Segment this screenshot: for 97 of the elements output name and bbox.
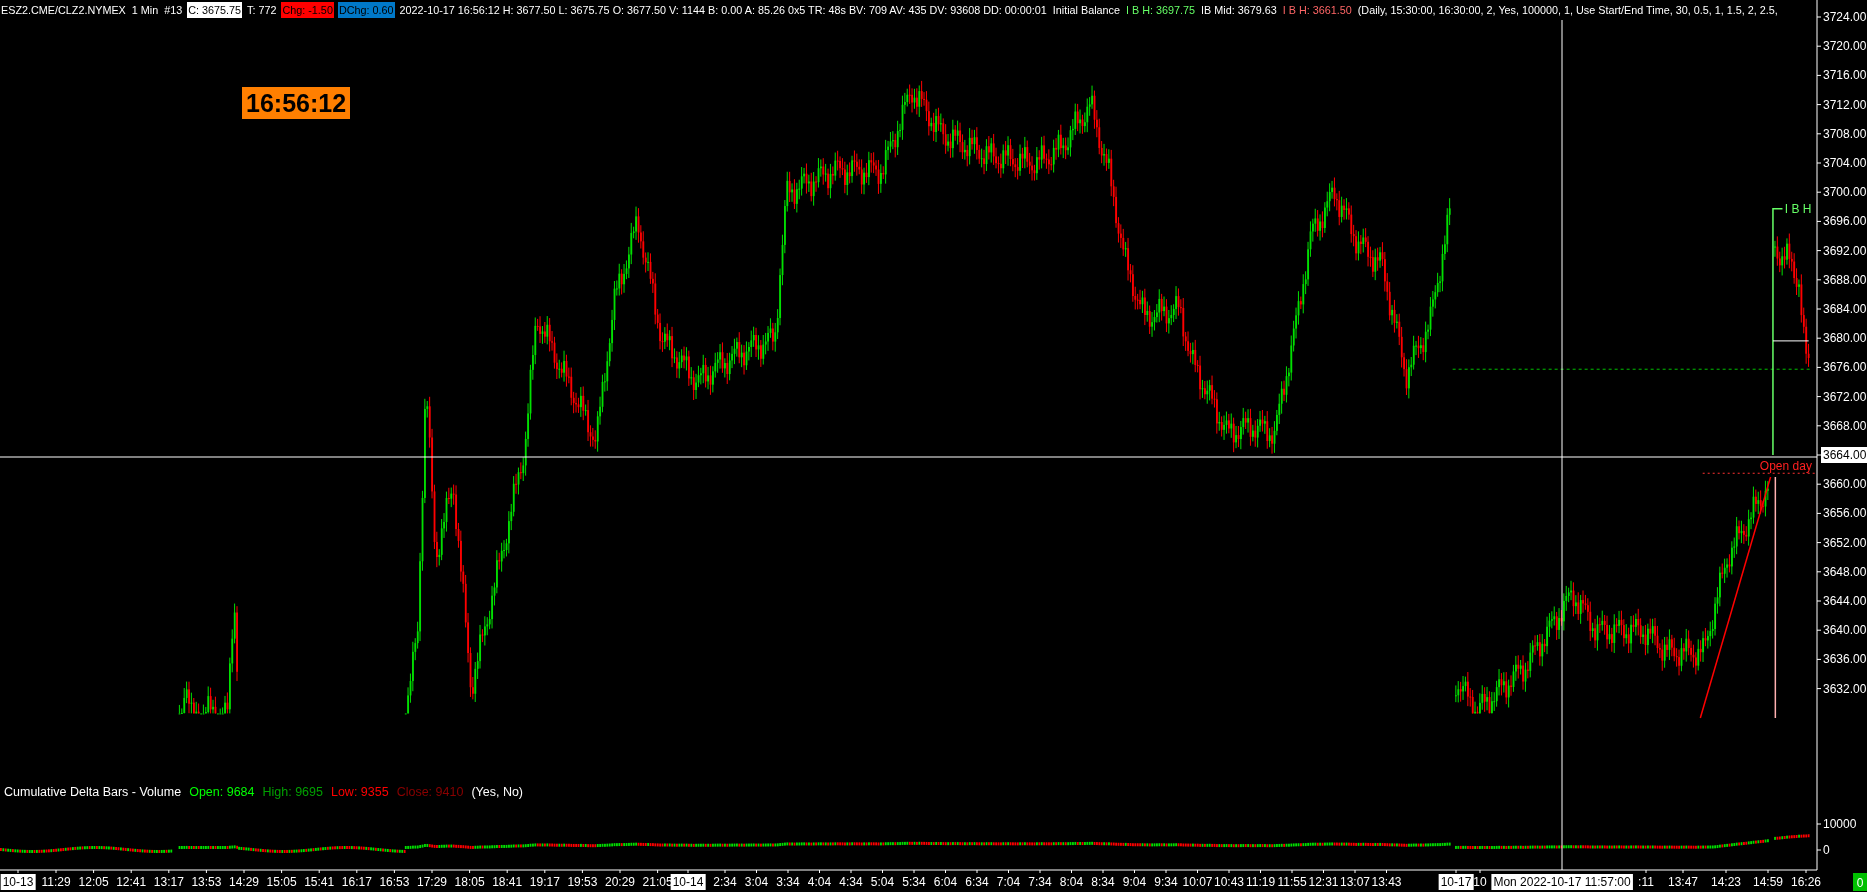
- header-text: 2022-10-17 16:56:12 H: 3677.50 L: 3675.75 O: 3677.50 V: 1144 B: 0.00 A: 85.26 0x5 TR: 48s BV: 709 AV: 435 DV: 93608 DD: 00:00:01: [398, 3, 1048, 18]
- price-axis-label: 3648.00: [1823, 564, 1867, 579]
- header-text: ESZ2.CME/CLZ2.NYMEX: [0, 3, 127, 18]
- time-axis-label: 8:04: [1059, 875, 1084, 889]
- header-text: I B H: 3697.75: [1125, 3, 1197, 18]
- volume-axis-label: 10000: [1823, 817, 1857, 831]
- time-axis-label: 13:47: [1668, 875, 1698, 889]
- price-axis-label: 3640.00: [1823, 623, 1867, 638]
- time-axis-label: 10: [1473, 875, 1487, 889]
- time-axis-label: 14:59: [1753, 875, 1783, 889]
- price-axis-label: 3680.00: [1823, 331, 1867, 346]
- indicator-text: (Yes, No): [471, 784, 524, 801]
- price-axis-label: 3688.00: [1823, 272, 1867, 287]
- time-axis-label: 4:34: [839, 875, 863, 889]
- price-axis-label: 3716.00: [1823, 68, 1867, 83]
- price-axis-label: 3668.00: [1823, 418, 1867, 433]
- price-axis-label: 3656.00: [1823, 506, 1867, 521]
- price-axis-label: 3652.00: [1823, 535, 1867, 550]
- indicator-text: Low: 9355: [330, 784, 389, 801]
- time-axis-label: 8:34: [1091, 875, 1115, 889]
- time-axis-label: 12:41: [116, 875, 147, 889]
- header-text: I B H: 3661.50: [1281, 3, 1353, 18]
- time-axis-label: 13:43: [1371, 875, 1402, 889]
- price-axis-label: 3696.00: [1823, 214, 1867, 229]
- time-axis-label: 15:41: [304, 875, 335, 889]
- time-axis-label: 3:04: [744, 875, 769, 889]
- price-axis-label: 3692.00: [1823, 243, 1867, 258]
- price-axis-label: 3644.00: [1823, 594, 1867, 608]
- time-axis-label: 18:41: [492, 875, 523, 889]
- price-axis-label: 3672.00: [1823, 389, 1867, 404]
- price-axis-label: 3636.00: [1823, 652, 1867, 667]
- header-text: #13: [163, 3, 184, 18]
- time-axis-label: 11:29: [41, 875, 71, 889]
- value-tag: Chg: -1.50: [281, 2, 334, 18]
- header-text: (Daily, 15:30:00, 16:30:00, 2, Yes, 100000, 1, Use Start/End Time, 30, 0.5, 1, 1.5, 2, 2.5,: [1356, 3, 1779, 18]
- time-axis-label: 10:43: [1214, 875, 1244, 889]
- value-tag: C: 3675.75: [187, 2, 243, 18]
- time-axis-label: 19:17: [529, 875, 560, 889]
- header-text: 1 Min: [130, 3, 160, 18]
- time-axis-label: 15:05: [266, 875, 297, 889]
- price-axis-label: 3704.00: [1823, 156, 1867, 170]
- date-label: 10-17: [1438, 874, 1474, 890]
- time-axis-label: 2:34: [713, 875, 737, 889]
- time-axis-label: 12:31: [1308, 875, 1339, 889]
- time-axis-label: 7:04: [996, 875, 1021, 889]
- indicator-text: Cumulative Delta Bars - Volume: [4, 784, 182, 801]
- time-axis-label: :11: [1638, 875, 1654, 889]
- time-axis-label: 19:53: [567, 875, 598, 889]
- ib-high-label: I B H: [1784, 201, 1812, 216]
- time-axis-label: 14:29: [229, 875, 259, 889]
- status-indicator: 0: [1853, 873, 1867, 891]
- volume-axis-label: 0: [1823, 843, 1830, 857]
- time-axis-label: 17:29: [417, 875, 447, 889]
- header-text: IB Mid: 3679.63: [1200, 3, 1278, 18]
- time-axis-label: 20:29: [605, 875, 635, 889]
- price-axis-label: 3660.00: [1823, 477, 1867, 492]
- time-axis-label: 9:04: [1122, 875, 1147, 889]
- time-axis-label: 6:34: [965, 875, 989, 889]
- time-axis-label: 9:34: [1154, 875, 1178, 889]
- crosshair-price-label: 3664.00: [1821, 447, 1867, 463]
- header-text: T: 772: [246, 3, 278, 18]
- time-axis-label: 18:05: [454, 875, 485, 889]
- time-axis-label: 16:17: [341, 875, 372, 889]
- time-axis-label: 6:04: [933, 875, 958, 889]
- time-axis-label: 13:17: [153, 875, 184, 889]
- clock-display: 16:56:12: [242, 87, 351, 119]
- time-axis-label: 13:07: [1340, 875, 1370, 889]
- price-axis-label: 3720.00: [1823, 39, 1867, 54]
- price-axis-label: 3684.00: [1823, 302, 1867, 316]
- date-label: 10-13: [0, 874, 36, 890]
- time-axis-label: 13:53: [191, 875, 222, 889]
- time-axis-label: 7:34: [1028, 875, 1052, 889]
- crosshair-time-label: Mon 2022-10-17 11:57:00: [1491, 874, 1633, 890]
- time-axis-label: 11:19: [1245, 875, 1276, 889]
- price-axis-label: 3724.00: [1823, 10, 1867, 24]
- time-axis-label: 12:05: [78, 875, 109, 889]
- header-text: Initial Balance: [1051, 3, 1122, 18]
- price-axis-label: 3700.00: [1823, 185, 1867, 200]
- indicator-text: Open: 9684: [189, 784, 255, 801]
- open-day-label: Open day: [1759, 459, 1812, 474]
- price-axis-label: 3712.00: [1823, 97, 1867, 112]
- indicator-text: Close: 9410: [396, 784, 464, 801]
- time-axis-label: 5:34: [902, 875, 926, 889]
- ib-mid-line: [1772, 340, 1810, 342]
- time-axis-label: 5:04: [870, 875, 895, 889]
- time-axis-label: 16:53: [379, 875, 410, 889]
- time-axis-label: 16:26: [1791, 875, 1821, 889]
- price-axis-label: 3676.00: [1823, 360, 1867, 375]
- indicator-text: High: 9695: [262, 784, 323, 801]
- time-axis-label: 4:04: [807, 875, 832, 889]
- time-axis-label: 3:34: [776, 875, 800, 889]
- price-axis-label: 3632.00: [1823, 681, 1867, 696]
- value-tag: DChg: 0.60: [337, 2, 395, 18]
- time-axis-label: 14:23: [1711, 875, 1741, 889]
- time-axis-label: 10:07: [1182, 875, 1213, 889]
- price-axis-label: 3708.00: [1823, 126, 1867, 141]
- time-axis-label: 11:55: [1277, 875, 1307, 889]
